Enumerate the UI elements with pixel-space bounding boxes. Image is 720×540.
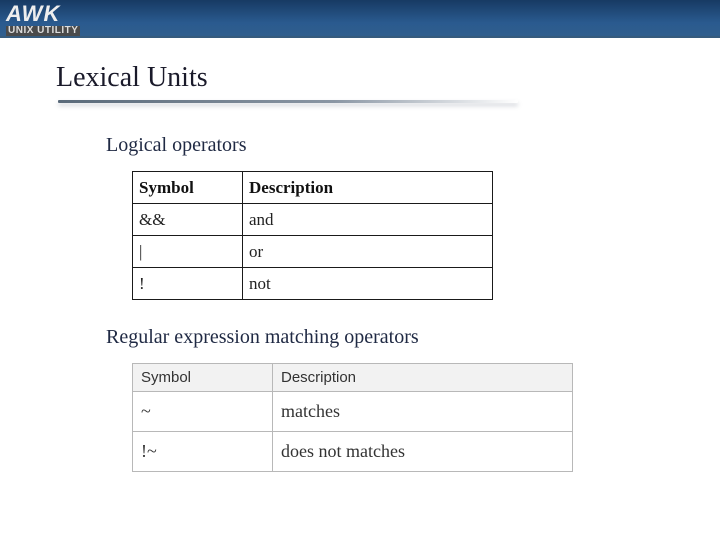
slide-header: AWK UNIX UTILITY <box>0 0 720 38</box>
table-row: | or <box>133 236 493 268</box>
cell-symbol: && <box>133 204 243 236</box>
cell-desc: or <box>243 236 493 268</box>
cell-symbol: !~ <box>133 432 273 472</box>
col-symbol: Symbol <box>133 364 273 392</box>
header-divider <box>0 36 720 38</box>
table-header-row: Symbol Description <box>133 172 493 204</box>
table-header-row: Symbol Description <box>133 364 573 392</box>
title-block: Lexical Units <box>56 62 720 100</box>
col-description: Description <box>273 364 573 392</box>
section2-heading: Regular expression matching operators <box>106 326 720 349</box>
col-description: Description <box>243 172 493 204</box>
regex-operators-table: Symbol Description ~ matches !~ does not… <box>132 363 573 472</box>
cell-desc: and <box>243 204 493 236</box>
page-title: Lexical Units <box>56 62 720 100</box>
logo-sub-text: UNIX UTILITY <box>6 26 80 36</box>
logo: AWK UNIX UTILITY <box>6 3 80 36</box>
cell-desc: does not matches <box>273 432 573 472</box>
table-row: ~ matches <box>133 392 573 432</box>
cell-desc: matches <box>273 392 573 432</box>
title-underline <box>58 100 518 103</box>
slide-body: Lexical Units Logical operators Symbol D… <box>0 38 720 472</box>
cell-desc: not <box>243 268 493 300</box>
table-row: !~ does not matches <box>133 432 573 472</box>
section1-heading: Logical operators <box>106 134 720 157</box>
table-row: ! not <box>133 268 493 300</box>
logical-operators-table: Symbol Description && and | or ! not <box>132 171 493 300</box>
table-row: && and <box>133 204 493 236</box>
cell-symbol: ! <box>133 268 243 300</box>
cell-symbol: ~ <box>133 392 273 432</box>
logo-main-text: AWK <box>6 3 80 25</box>
col-symbol: Symbol <box>133 172 243 204</box>
cell-symbol: | <box>133 236 243 268</box>
